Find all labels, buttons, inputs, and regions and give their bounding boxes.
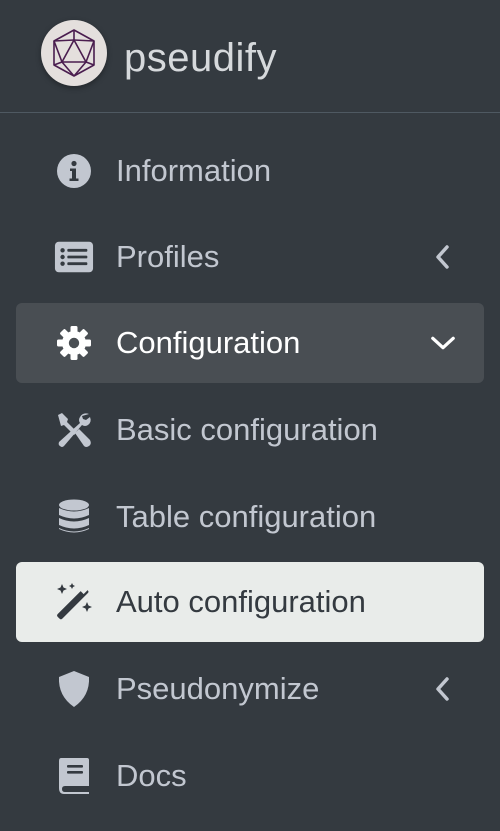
brand-name: pseudify <box>124 36 277 80</box>
shield-icon <box>54 669 94 709</box>
gear-icon <box>54 323 94 363</box>
magic-wand-icon <box>54 582 94 622</box>
nav-item-table-configuration[interactable]: Table configuration <box>16 477 484 557</box>
nav-label-configuration: Configuration <box>116 325 301 360</box>
nav-label-auto-configuration: Auto configuration <box>116 584 366 619</box>
chevron-down-icon[interactable] <box>430 330 456 356</box>
nav-item-configuration[interactable]: Configuration <box>16 303 484 383</box>
nav-label-pseudonymize: Pseudonymize <box>116 671 320 706</box>
nav-label-basic-configuration: Basic configuration <box>116 412 378 447</box>
nav-item-auto-configuration[interactable]: Auto configuration <box>16 562 484 642</box>
database-icon <box>54 497 94 537</box>
nav-item-docs[interactable]: Docs <box>16 736 484 816</box>
chevron-left-icon[interactable] <box>430 676 456 702</box>
nav-item-profiles[interactable]: Profiles <box>16 217 484 297</box>
nav-item-information[interactable]: Information <box>16 131 484 211</box>
nav-label-information: Information <box>116 153 272 188</box>
list-alt-icon <box>54 237 94 277</box>
nav-label-profiles: Profiles <box>116 239 220 274</box>
info-circle-icon <box>54 151 94 191</box>
book-icon <box>54 756 94 796</box>
nav-item-basic-configuration[interactable]: Basic configuration <box>16 390 484 470</box>
brand-link[interactable]: pseudify <box>0 0 500 113</box>
nav-item-pseudonymize[interactable]: Pseudonymize <box>16 649 484 729</box>
chevron-left-icon[interactable] <box>430 244 456 270</box>
nav-label-docs: Docs <box>116 758 187 793</box>
tools-icon <box>54 410 94 450</box>
icosahedron-logo-icon <box>41 20 107 86</box>
nav-label-table-configuration: Table configuration <box>116 499 377 534</box>
sidebar: pseudify Information Profiles Configurat… <box>0 0 500 831</box>
